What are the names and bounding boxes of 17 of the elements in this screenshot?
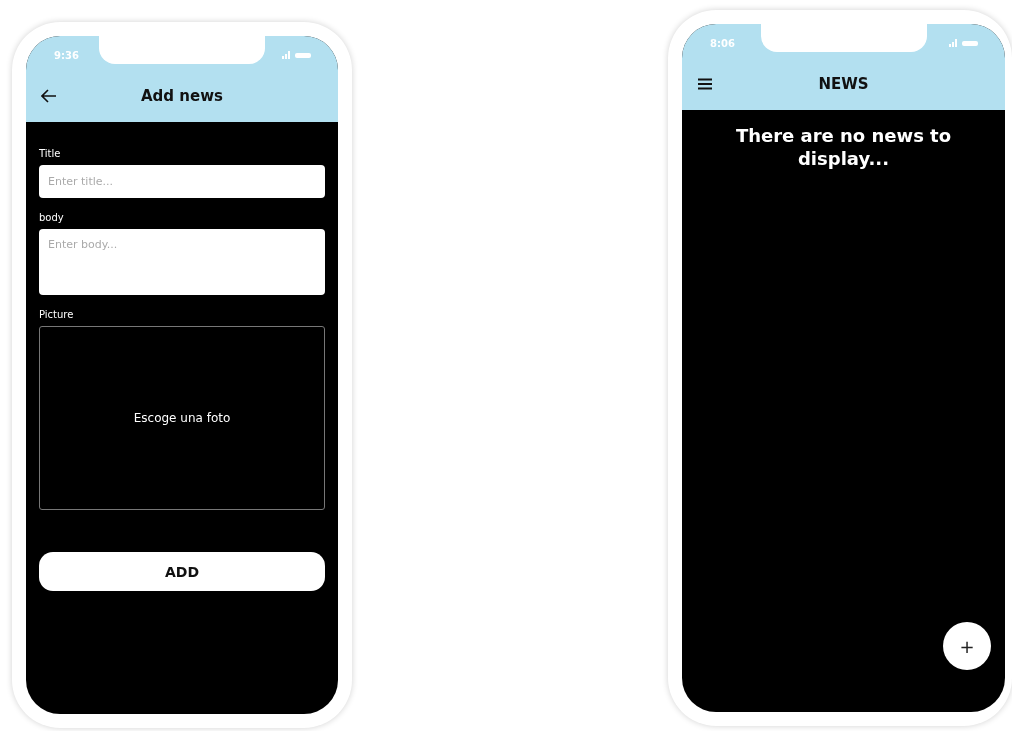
input-field[interactable]: Enter title... bbox=[39, 165, 325, 198]
signal-battery-icon bbox=[949, 39, 979, 47]
add-button[interactable]: ADD bbox=[39, 552, 325, 591]
back-arrow-icon[interactable] bbox=[41, 89, 57, 103]
empty-message: There are no news to display... bbox=[734, 124, 953, 171]
status-time: 9:36 bbox=[54, 49, 79, 61]
screen-title: NEWS bbox=[818, 75, 869, 93]
screen-title: Add news bbox=[141, 87, 223, 105]
menu-icon[interactable] bbox=[697, 78, 713, 90]
signal-battery-icon bbox=[282, 51, 312, 59]
status-time: 8:06 bbox=[710, 37, 735, 49]
text-area[interactable]: Enter body... bbox=[39, 229, 325, 295]
field-label: Picture bbox=[39, 309, 75, 320]
field-label: Title bbox=[39, 148, 62, 159]
picture-picker[interactable]: Escoge una foto bbox=[39, 326, 325, 510]
field-label: body bbox=[39, 212, 65, 223]
add-fab-button[interactable]: + bbox=[943, 622, 991, 670]
